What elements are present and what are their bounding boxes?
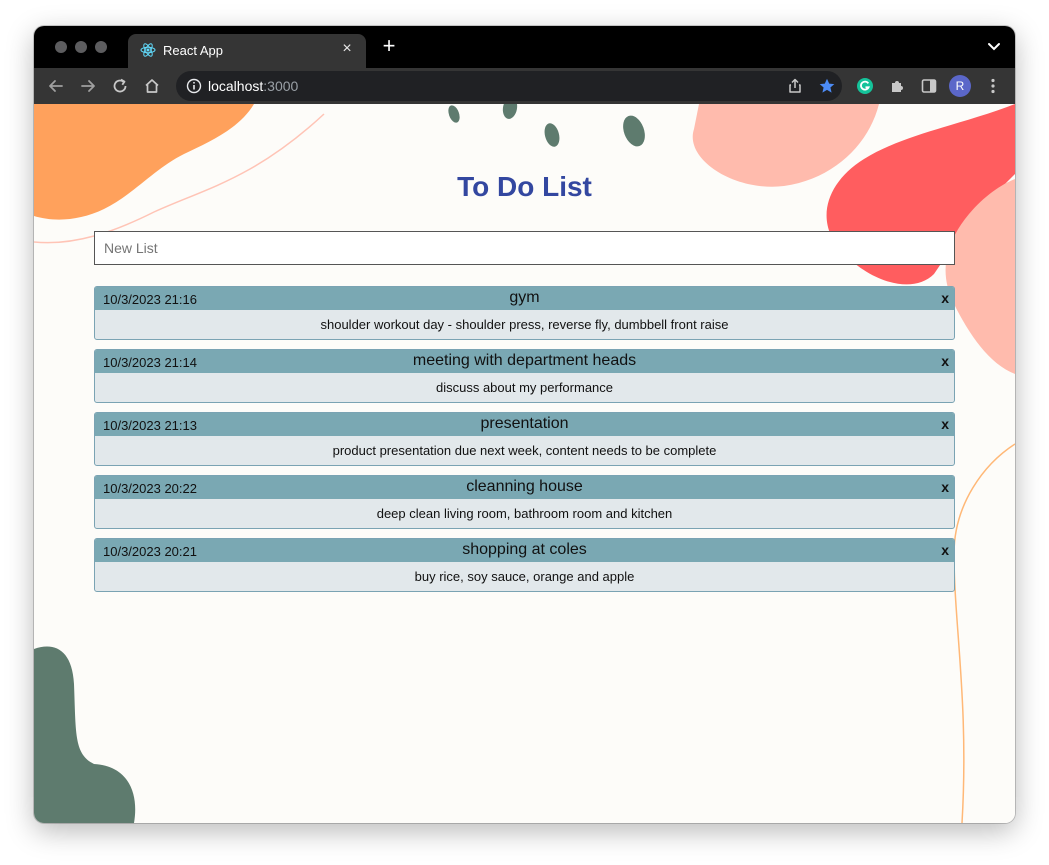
todo-item: 10/3/2023 20:21 shopping at coles x buy … <box>94 538 955 592</box>
close-window-button[interactable] <box>55 41 67 53</box>
todo-description: buy rice, soy sauce, orange and apple <box>414 569 635 584</box>
todo-list: 10/3/2023 21:16 gym x shoulder workout d… <box>94 286 955 601</box>
zoom-window-button[interactable] <box>95 41 107 53</box>
grammarly-icon[interactable] <box>856 77 874 95</box>
info-icon[interactable] <box>186 78 202 94</box>
bookmark-star-icon[interactable] <box>818 77 836 95</box>
page-content: To Do List 10/3/2023 21:16 gym x shoulde… <box>34 104 1015 823</box>
todo-header: 10/3/2023 21:14 meeting with department … <box>95 350 954 373</box>
reload-icon[interactable] <box>111 77 129 95</box>
url-host: localhost <box>208 78 264 94</box>
delete-todo-button[interactable]: x <box>941 353 949 369</box>
tab-title: React App <box>163 43 223 58</box>
todo-title: cleanning house <box>466 478 583 495</box>
todo-header: 10/3/2023 21:16 gym x <box>95 287 954 310</box>
forward-icon[interactable] <box>79 77 97 95</box>
todo-title: shopping at coles <box>462 541 587 558</box>
new-list-input[interactable] <box>94 231 955 265</box>
extensions-icon[interactable] <box>888 77 906 95</box>
todo-item: 10/3/2023 20:22 cleanning house x deep c… <box>94 475 955 529</box>
delete-todo-button[interactable]: x <box>941 479 949 495</box>
todo-header: 10/3/2023 20:22 cleanning house x <box>95 476 954 499</box>
delete-todo-button[interactable]: x <box>941 290 949 306</box>
url-text: localhost:3000 <box>208 78 298 94</box>
todo-item: 10/3/2023 21:16 gym x shoulder workout d… <box>94 286 955 340</box>
todo-description: discuss about my performance <box>435 380 614 395</box>
todo-description: product presentation due next week, cont… <box>332 443 717 458</box>
side-panel-icon[interactable] <box>920 77 938 95</box>
home-icon[interactable] <box>143 77 161 95</box>
url-port: :3000 <box>263 78 299 94</box>
address-bar[interactable]: localhost:3000 <box>176 71 842 101</box>
profile-avatar[interactable]: R <box>949 75 971 97</box>
delete-todo-button[interactable]: x <box>941 416 949 432</box>
browser-window: React App × + localhost:3000 R To Do Lis… <box>34 26 1015 823</box>
share-icon[interactable] <box>786 77 804 95</box>
todo-title: gym <box>509 289 540 306</box>
todo-header: 10/3/2023 21:13 presentation x <box>95 413 954 436</box>
browser-tab[interactable]: React App × <box>128 34 366 68</box>
tab-strip: React App × + <box>34 26 1015 68</box>
menu-dots-icon[interactable] <box>986 77 1000 95</box>
tab-close-button[interactable]: × <box>338 40 356 58</box>
todo-item: 10/3/2023 21:13 presentation x product p… <box>94 412 955 466</box>
page-title: To Do List <box>457 171 592 202</box>
new-tab-button[interactable]: + <box>379 34 399 58</box>
browser-toolbar: localhost:3000 R <box>34 68 1015 104</box>
todo-title: meeting with department heads <box>412 352 637 369</box>
delete-todo-button[interactable]: x <box>941 542 949 558</box>
todo-description: deep clean living room, bathroom room an… <box>376 506 673 521</box>
todo-title: presentation <box>480 415 569 432</box>
todo-item: 10/3/2023 21:14 meeting with department … <box>94 349 955 403</box>
todo-header: 10/3/2023 20:21 shopping at coles x <box>95 539 954 562</box>
react-logo-icon <box>140 43 156 57</box>
todo-description: shoulder workout day - shoulder press, r… <box>320 317 729 332</box>
tab-search-chevron-icon[interactable] <box>987 40 1001 54</box>
minimize-window-button[interactable] <box>75 41 87 53</box>
back-icon[interactable] <box>47 77 65 95</box>
